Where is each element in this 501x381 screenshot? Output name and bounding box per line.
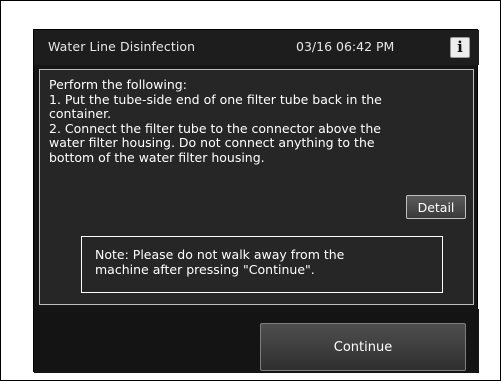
bottom-bar: Continue [34, 309, 479, 373]
note-box: Note: Please do not walk away from the m… [81, 236, 443, 293]
instruction-line: 2. Connect the filter tube to the connec… [49, 120, 381, 136]
instruction-line: Perform the following: [49, 77, 187, 92]
note-line: machine after pressing "Continue". [95, 262, 315, 277]
instructions-text: Perform the following: 1. Put the tube-s… [49, 77, 467, 165]
screen-title: Water Line Disinfection [48, 39, 196, 54]
instruction-line: bottom of the water filter housing. [49, 149, 265, 165]
info-icon: i [457, 38, 463, 56]
continue-button[interactable]: Continue [260, 323, 466, 371]
info-button[interactable]: i [450, 37, 470, 58]
detail-button[interactable]: Detail [406, 195, 466, 219]
title-bar: Water Line Disinfection 03/16 06:42 PM i [34, 30, 479, 65]
instruction-line: 1. Put the tube-side end of one filter t… [49, 91, 382, 107]
date-time: 03/16 06:42 PM [296, 39, 395, 54]
instruction-line: container. [49, 106, 112, 121]
content-panel: Perform the following: 1. Put the tube-s… [39, 69, 474, 305]
device-screen: Water Line Disinfection 03/16 06:42 PM i… [33, 29, 479, 373]
instruction-line: water filter housing. Do not connect any… [49, 135, 375, 150]
note-line: Note: Please do not walk away from the [95, 247, 345, 262]
